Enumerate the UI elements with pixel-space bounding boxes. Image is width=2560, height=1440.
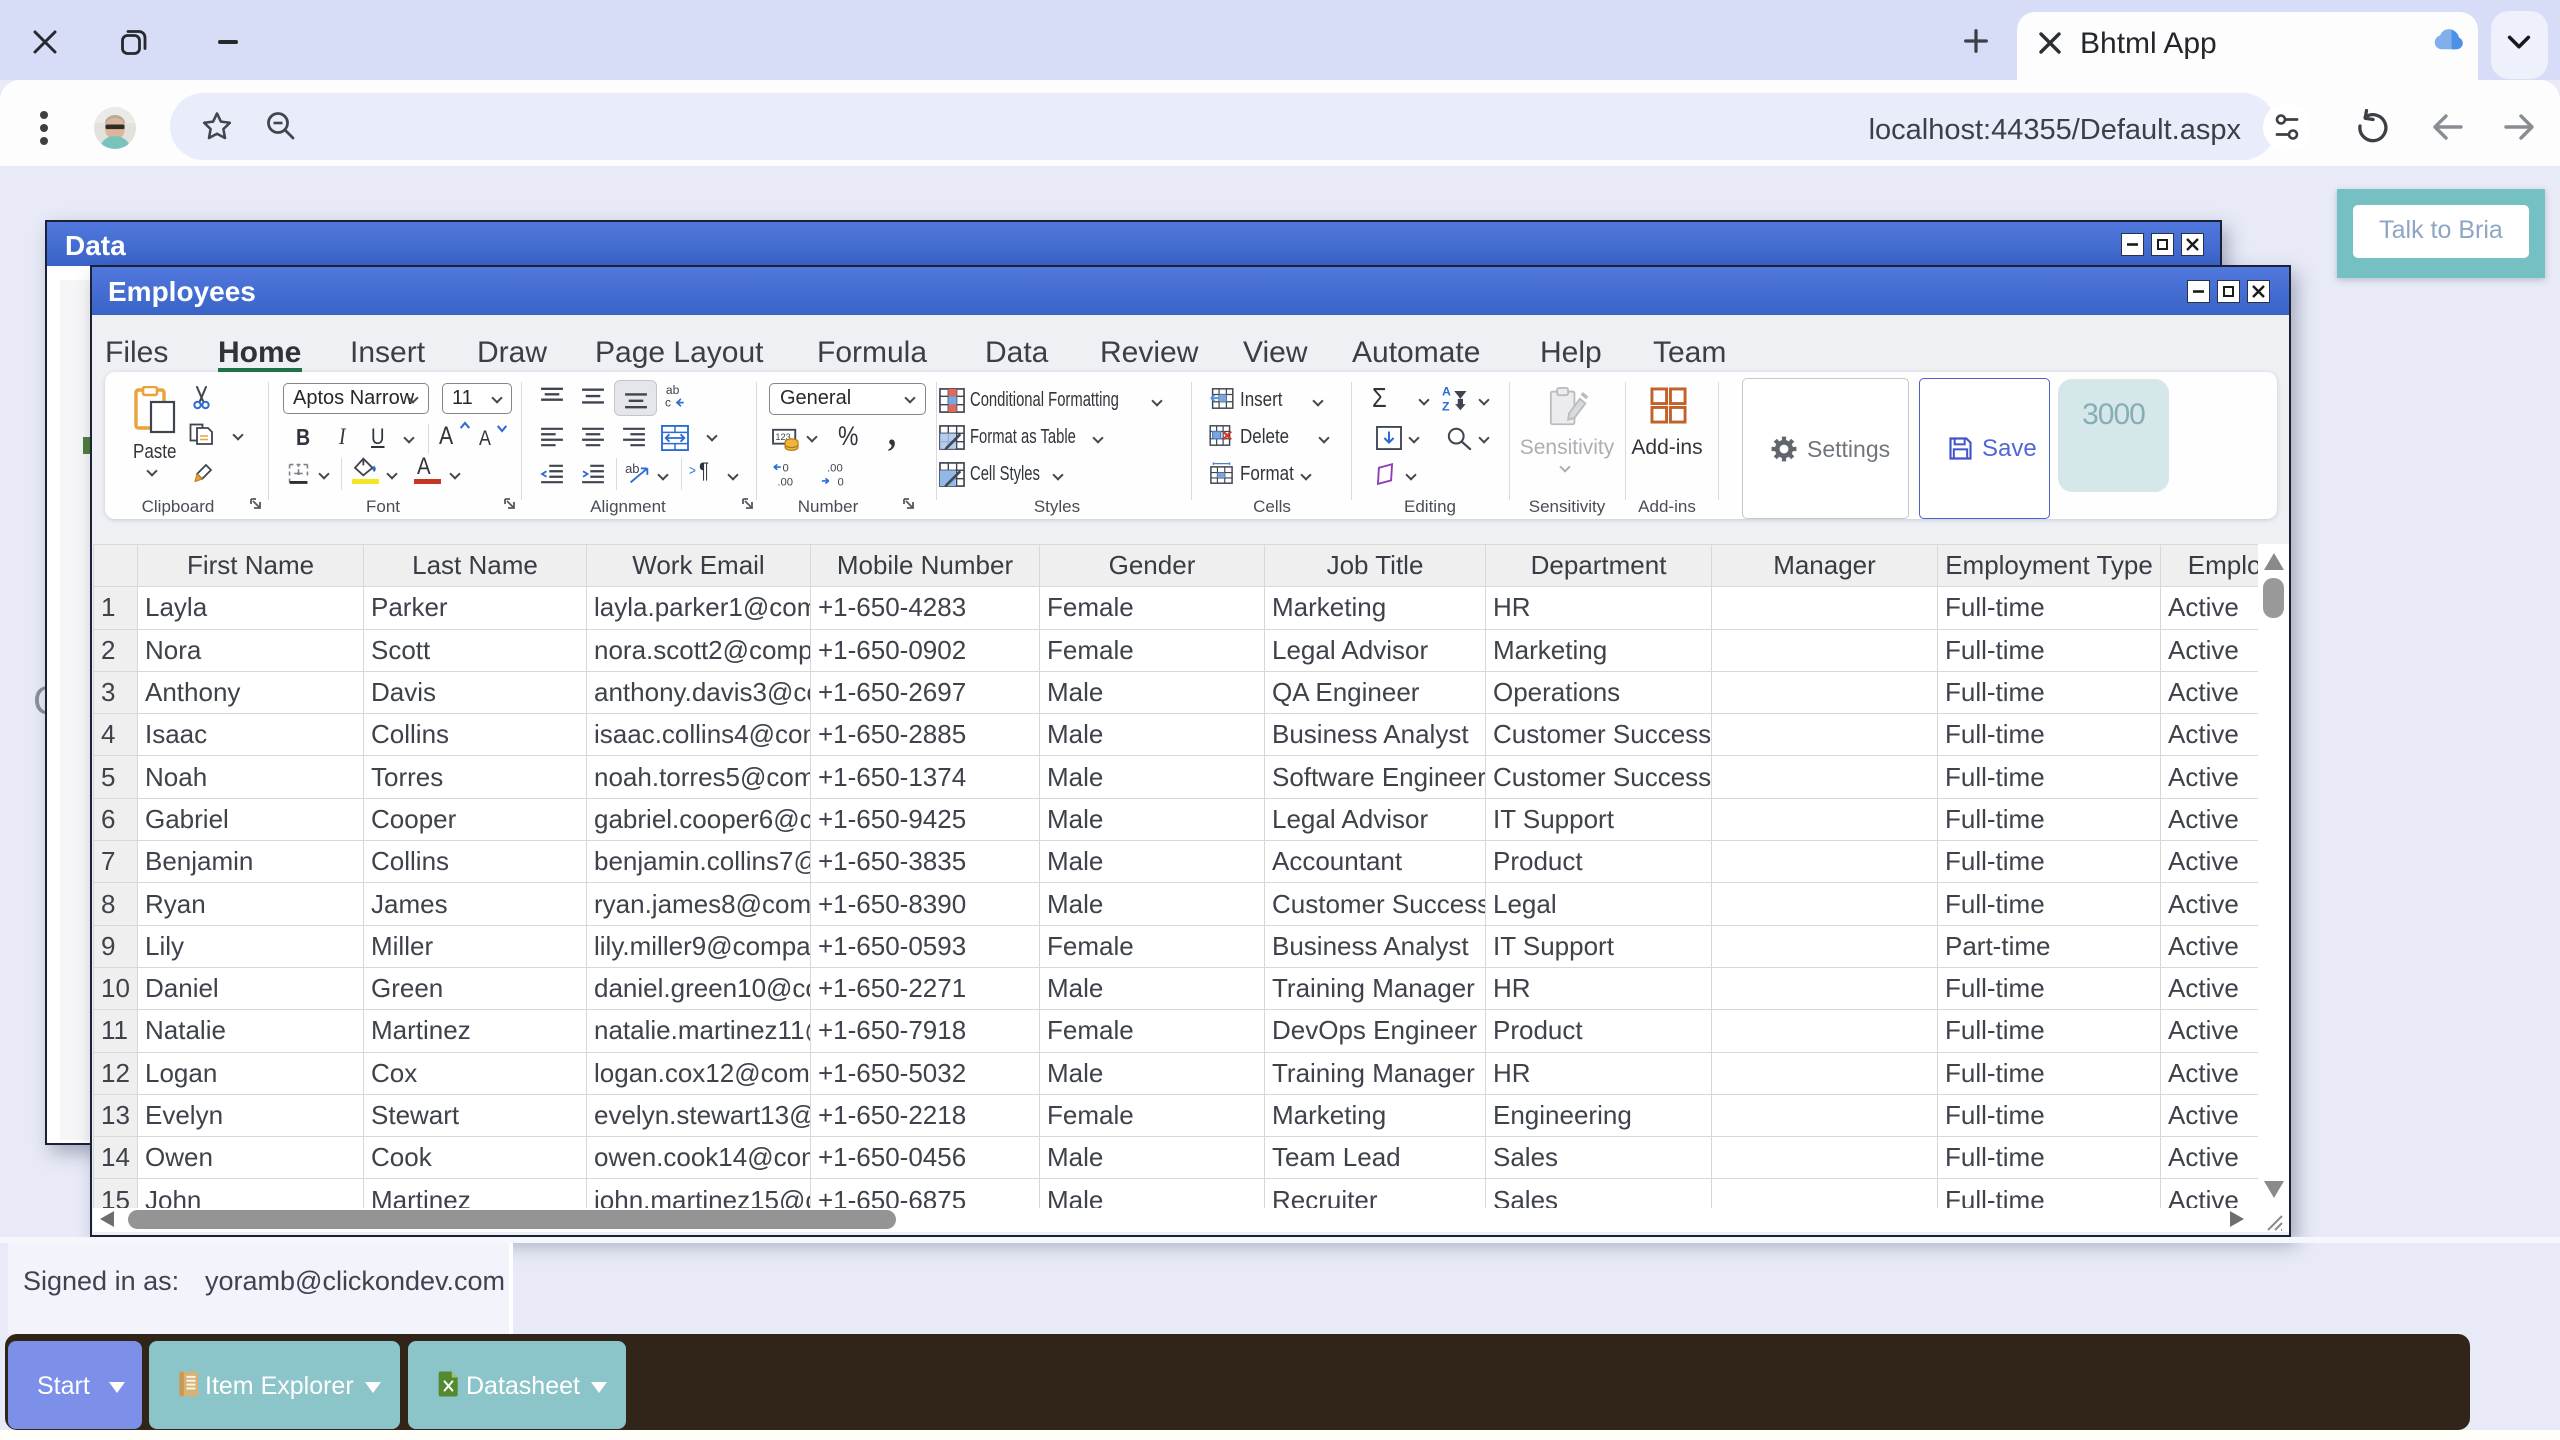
svg-text:0: 0 [837,476,843,487]
svg-text:.00: .00 [827,462,843,474]
svg-text:ab: ab [625,461,639,476]
svg-text:Z: Z [1442,399,1450,412]
svg-text:0: 0 [783,462,789,474]
svg-text:c: c [665,395,671,409]
svg-text:A: A [1442,384,1451,398]
svg-text:.00: .00 [777,476,793,487]
